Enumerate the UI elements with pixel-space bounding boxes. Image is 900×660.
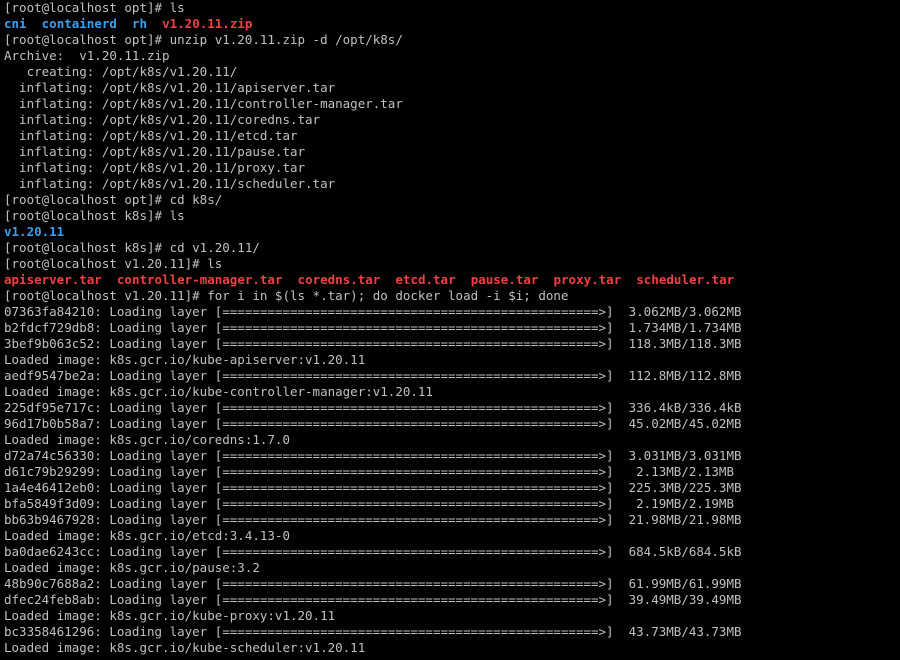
entry-gap bbox=[282, 272, 297, 287]
terminal-line: inflating: /opt/k8s/v1.20.11/apiserver.t… bbox=[4, 80, 336, 95]
terminal-line: inflating: /opt/k8s/v1.20.11/proxy.tar bbox=[4, 160, 306, 175]
terminal-line: [root@localhost v1.20.11]# ls bbox=[4, 256, 223, 271]
archive-file-entry: etcd.tar bbox=[395, 272, 456, 287]
terminal-line: inflating: /opt/k8s/v1.20.11/etcd.tar bbox=[4, 128, 298, 143]
terminal-line: ba0dae6243cc: Loading layer [===========… bbox=[4, 544, 742, 559]
terminal-line: inflating: /opt/k8s/v1.20.11/scheduler.t… bbox=[4, 176, 336, 191]
directory-entry: rh bbox=[131, 16, 148, 31]
archive-file-entry: coredns.tar bbox=[297, 272, 381, 287]
entry-gap bbox=[147, 16, 162, 31]
terminal-window[interactable]: [root@localhost opt]# ls cni containerd r… bbox=[0, 0, 900, 660]
entry-gap bbox=[27, 16, 42, 31]
terminal-line: b2fdcf729db8: Loading layer [===========… bbox=[4, 320, 742, 335]
terminal-line: bfa5849f3d09: Loading layer [===========… bbox=[4, 496, 734, 511]
terminal-line: d72a74c56330: Loading layer [===========… bbox=[4, 448, 742, 463]
terminal-line: 3bef9b063c52: Loading layer [===========… bbox=[4, 336, 742, 351]
terminal-line: Loaded image: k8s.gcr.io/pause:3.2 bbox=[4, 560, 260, 575]
terminal-line: Loaded image: k8s.gcr.io/etcd:3.4.13-0 bbox=[4, 528, 290, 543]
terminal-line: [root@localhost k8s]# ls bbox=[4, 208, 185, 223]
terminal-line: 48b90c7688a2: Loading layer [===========… bbox=[4, 576, 742, 591]
directory-entry: containerd bbox=[41, 16, 117, 31]
terminal-line: d61c79b29299: Loading layer [===========… bbox=[4, 464, 734, 479]
terminal-ls-output-line: v1.20.11 bbox=[4, 224, 900, 240]
entry-gap bbox=[102, 272, 117, 287]
terminal-ls-output-line: apiserver.tar controller-manager.tar cor… bbox=[4, 272, 900, 288]
terminal-line: bc3358461296: Loading layer [===========… bbox=[4, 624, 742, 639]
terminal-line: [root@localhost v1.20.11]# for i in $(ls… bbox=[4, 288, 569, 303]
terminal-line: 96d17b0b58a7: Loading layer [===========… bbox=[4, 416, 742, 431]
entry-gap bbox=[117, 16, 132, 31]
terminal-line: Loaded image: k8s.gcr.io/kube-apiserver:… bbox=[4, 352, 366, 367]
entry-gap bbox=[380, 272, 395, 287]
terminal-line: inflating: /opt/k8s/v1.20.11/controller-… bbox=[4, 96, 403, 111]
terminal-line: 07363fa84210: Loading layer [===========… bbox=[4, 304, 742, 319]
terminal-line: [root@localhost opt]# cd k8s/ bbox=[4, 192, 223, 207]
terminal-line: 225df95e717c: Loading layer [===========… bbox=[4, 400, 742, 415]
terminal-line: inflating: /opt/k8s/v1.20.11/pause.tar bbox=[4, 144, 306, 159]
archive-file-entry: pause.tar bbox=[470, 272, 539, 287]
terminal-line: Loaded image: k8s.gcr.io/kube-controller… bbox=[4, 384, 433, 399]
terminal-ls-output-line: cni containerd rh v1.20.11.zip bbox=[4, 16, 900, 32]
terminal-line: inflating: /opt/k8s/v1.20.11/coredns.tar bbox=[4, 112, 321, 127]
archive-file-entry: v1.20.11.zip bbox=[162, 16, 253, 31]
archive-file-entry: controller-manager.tar bbox=[116, 272, 283, 287]
archive-file-entry: scheduler.tar bbox=[636, 272, 735, 287]
terminal-line: Loaded image: k8s.gcr.io/kube-proxy:v1.2… bbox=[4, 608, 336, 623]
terminal-line: bb63b9467928: Loading layer [===========… bbox=[4, 512, 742, 527]
terminal-line: Loaded image: k8s.gcr.io/kube-scheduler:… bbox=[4, 640, 366, 655]
directory-entry: cni bbox=[4, 16, 27, 31]
terminal-line: Archive: v1.20.11.zip bbox=[4, 48, 170, 63]
archive-file-entry: proxy.tar bbox=[553, 272, 622, 287]
terminal-line: Loaded image: k8s.gcr.io/coredns:1.7.0 bbox=[4, 432, 290, 447]
terminal-line: aedf9547be2a: Loading layer [===========… bbox=[4, 368, 742, 383]
entry-gap bbox=[538, 272, 553, 287]
terminal-line: 1a4e46412eb0: Loading layer [===========… bbox=[4, 480, 742, 495]
terminal-line: creating: /opt/k8s/v1.20.11/ bbox=[4, 64, 238, 79]
terminal-line: [root@localhost k8s]# cd v1.20.11/ bbox=[4, 240, 260, 255]
entry-gap bbox=[621, 272, 636, 287]
directory-entry: v1.20.11 bbox=[4, 224, 65, 239]
archive-file-entry: apiserver.tar bbox=[4, 272, 102, 287]
terminal-line: [root@localhost opt]# ls bbox=[4, 0, 185, 15]
terminal-line: [root@localhost opt]# unzip v1.20.11.zip… bbox=[4, 32, 403, 47]
entry-gap bbox=[456, 272, 471, 287]
terminal-line: dfec24feb8ab: Loading layer [===========… bbox=[4, 592, 742, 607]
